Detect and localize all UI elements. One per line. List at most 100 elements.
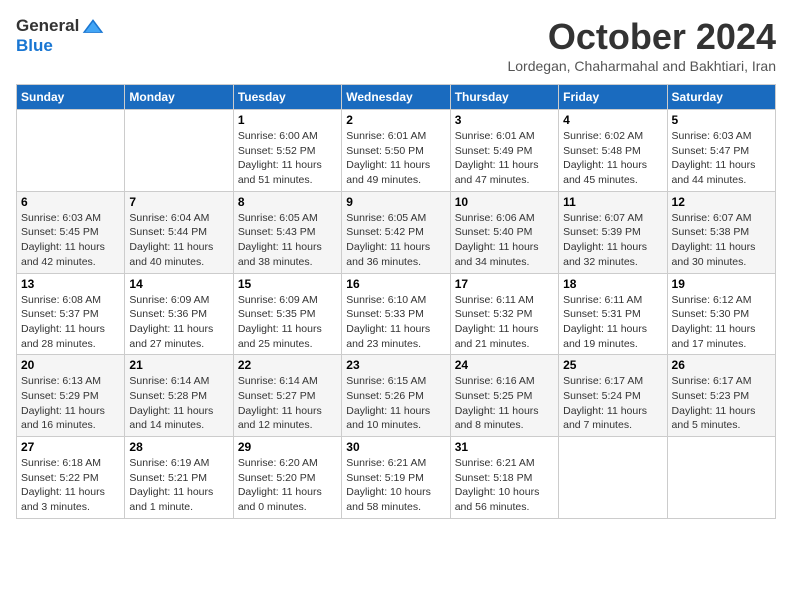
day-number: 29 <box>238 440 337 454</box>
calendar-cell: 24 Sunrise: 6:16 AM Sunset: 5:25 PM Dayli… <box>450 355 558 437</box>
day-number: 21 <box>129 358 228 372</box>
calendar-header-row: SundayMondayTuesdayWednesdayThursdayFrid… <box>17 85 776 110</box>
calendar-cell <box>17 110 125 192</box>
day-info: Sunrise: 6:09 AM Sunset: 5:36 PM Dayligh… <box>129 293 228 352</box>
day-number: 13 <box>21 277 120 291</box>
day-number: 9 <box>346 195 445 209</box>
day-number: 24 <box>455 358 554 372</box>
day-number: 10 <box>455 195 554 209</box>
calendar-cell <box>667 437 775 519</box>
day-info: Sunrise: 6:19 AM Sunset: 5:21 PM Dayligh… <box>129 456 228 515</box>
calendar-cell: 3 Sunrise: 6:01 AM Sunset: 5:49 PM Daylig… <box>450 110 558 192</box>
title-area: October 2024 Lordegan, Chaharmahal and B… <box>507 16 776 74</box>
day-number: 20 <box>21 358 120 372</box>
day-info: Sunrise: 6:15 AM Sunset: 5:26 PM Dayligh… <box>346 374 445 433</box>
day-info: Sunrise: 6:13 AM Sunset: 5:29 PM Dayligh… <box>21 374 120 433</box>
day-number: 1 <box>238 113 337 127</box>
day-number: 6 <box>21 195 120 209</box>
day-number: 28 <box>129 440 228 454</box>
calendar-week-5: 27 Sunrise: 6:18 AM Sunset: 5:22 PM Dayli… <box>17 437 776 519</box>
calendar-cell: 10 Sunrise: 6:06 AM Sunset: 5:40 PM Dayli… <box>450 191 558 273</box>
day-number: 19 <box>672 277 771 291</box>
day-info: Sunrise: 6:03 AM Sunset: 5:45 PM Dayligh… <box>21 211 120 270</box>
calendar-cell: 17Sunrise: 6:11 AM Sunset: 5:32 PM Dayli… <box>450 273 558 355</box>
day-number: 22 <box>238 358 337 372</box>
calendar-cell: 2 Sunrise: 6:01 AM Sunset: 5:50 PM Daylig… <box>342 110 450 192</box>
day-info: Sunrise: 6:05 AM Sunset: 5:42 PM Dayligh… <box>346 211 445 270</box>
calendar-cell: 7 Sunrise: 6:04 AM Sunset: 5:44 PM Daylig… <box>125 191 233 273</box>
day-number: 12 <box>672 195 771 209</box>
calendar-cell: 30 Sunrise: 6:21 AM Sunset: 5:19 PM Dayli… <box>342 437 450 519</box>
day-info: Sunrise: 6:01 AM Sunset: 5:49 PM Dayligh… <box>455 129 554 188</box>
day-info: Sunrise: 6:20 AM Sunset: 5:20 PM Dayligh… <box>238 456 337 515</box>
weekday-header-wednesday: Wednesday <box>342 85 450 110</box>
calendar-cell: 1 Sunrise: 6:00 AM Sunset: 5:52 PM Daylig… <box>233 110 341 192</box>
day-info: Sunrise: 6:04 AM Sunset: 5:44 PM Dayligh… <box>129 211 228 270</box>
day-number: 30 <box>346 440 445 454</box>
calendar-week-4: 20 Sunrise: 6:13 AM Sunset: 5:29 PM Dayli… <box>17 355 776 437</box>
calendar-cell: 19 Sunrise: 6:12 AM Sunset: 5:30 PM Dayli… <box>667 273 775 355</box>
day-number: 18 <box>563 277 662 291</box>
calendar-cell: 25Sunrise: 6:17 AM Sunset: 5:24 PM Dayli… <box>559 355 667 437</box>
day-number: 25 <box>563 358 662 372</box>
calendar-cell: 28 Sunrise: 6:19 AM Sunset: 5:21 PM Dayli… <box>125 437 233 519</box>
day-info: Sunrise: 6:11 AM Sunset: 5:31 PM Dayligh… <box>563 293 662 352</box>
day-info: Sunrise: 6:18 AM Sunset: 5:22 PM Dayligh… <box>21 456 120 515</box>
calendar-cell <box>125 110 233 192</box>
day-number: 17 <box>455 277 554 291</box>
page-header: General Blue October 2024 Lordegan, Chah… <box>16 16 776 74</box>
calendar-cell: 15Sunrise: 6:09 AM Sunset: 5:35 PM Dayli… <box>233 273 341 355</box>
day-number: 11 <box>563 195 662 209</box>
weekday-header-thursday: Thursday <box>450 85 558 110</box>
calendar-cell: 26 Sunrise: 6:17 AM Sunset: 5:23 PM Dayli… <box>667 355 775 437</box>
day-info: Sunrise: 6:21 AM Sunset: 5:18 PM Dayligh… <box>455 456 554 515</box>
calendar-cell: 14Sunrise: 6:09 AM Sunset: 5:36 PM Dayli… <box>125 273 233 355</box>
day-number: 2 <box>346 113 445 127</box>
calendar-cell: 5 Sunrise: 6:03 AM Sunset: 5:47 PM Daylig… <box>667 110 775 192</box>
day-number: 7 <box>129 195 228 209</box>
day-info: Sunrise: 6:03 AM Sunset: 5:47 PM Dayligh… <box>672 129 771 188</box>
calendar-cell: 6 Sunrise: 6:03 AM Sunset: 5:45 PM Daylig… <box>17 191 125 273</box>
weekday-header-tuesday: Tuesday <box>233 85 341 110</box>
calendar-week-1: 1 Sunrise: 6:00 AM Sunset: 5:52 PM Daylig… <box>17 110 776 192</box>
calendar-cell: 11 Sunrise: 6:07 AM Sunset: 5:39 PM Dayli… <box>559 191 667 273</box>
weekday-header-monday: Monday <box>125 85 233 110</box>
day-number: 3 <box>455 113 554 127</box>
day-info: Sunrise: 6:07 AM Sunset: 5:38 PM Dayligh… <box>672 211 771 270</box>
calendar-cell: 9 Sunrise: 6:05 AM Sunset: 5:42 PM Daylig… <box>342 191 450 273</box>
calendar-cell: 8Sunrise: 6:05 AM Sunset: 5:43 PM Daylig… <box>233 191 341 273</box>
calendar-cell: 23Sunrise: 6:15 AM Sunset: 5:26 PM Dayli… <box>342 355 450 437</box>
day-info: Sunrise: 6:14 AM Sunset: 5:28 PM Dayligh… <box>129 374 228 433</box>
calendar-cell: 27 Sunrise: 6:18 AM Sunset: 5:22 PM Dayli… <box>17 437 125 519</box>
weekday-header-saturday: Saturday <box>667 85 775 110</box>
calendar-cell: 16Sunrise: 6:10 AM Sunset: 5:33 PM Dayli… <box>342 273 450 355</box>
day-info: Sunrise: 6:14 AM Sunset: 5:27 PM Dayligh… <box>238 374 337 433</box>
weekday-header-friday: Friday <box>559 85 667 110</box>
day-info: Sunrise: 6:00 AM Sunset: 5:52 PM Dayligh… <box>238 129 337 188</box>
day-number: 4 <box>563 113 662 127</box>
day-number: 27 <box>21 440 120 454</box>
day-info: Sunrise: 6:02 AM Sunset: 5:48 PM Dayligh… <box>563 129 662 188</box>
calendar-cell: 4 Sunrise: 6:02 AM Sunset: 5:48 PM Daylig… <box>559 110 667 192</box>
day-number: 5 <box>672 113 771 127</box>
day-info: Sunrise: 6:08 AM Sunset: 5:37 PM Dayligh… <box>21 293 120 352</box>
logo-blue: Blue <box>16 36 53 56</box>
day-number: 26 <box>672 358 771 372</box>
day-info: Sunrise: 6:07 AM Sunset: 5:39 PM Dayligh… <box>563 211 662 270</box>
day-info: Sunrise: 6:16 AM Sunset: 5:25 PM Dayligh… <box>455 374 554 433</box>
day-info: Sunrise: 6:17 AM Sunset: 5:23 PM Dayligh… <box>672 374 771 433</box>
day-info: Sunrise: 6:21 AM Sunset: 5:19 PM Dayligh… <box>346 456 445 515</box>
day-info: Sunrise: 6:05 AM Sunset: 5:43 PM Dayligh… <box>238 211 337 270</box>
day-info: Sunrise: 6:06 AM Sunset: 5:40 PM Dayligh… <box>455 211 554 270</box>
calendar-cell: 21 Sunrise: 6:14 AM Sunset: 5:28 PM Dayli… <box>125 355 233 437</box>
day-info: Sunrise: 6:12 AM Sunset: 5:30 PM Dayligh… <box>672 293 771 352</box>
calendar-week-3: 13 Sunrise: 6:08 AM Sunset: 5:37 PM Dayli… <box>17 273 776 355</box>
logo-icon <box>81 17 105 35</box>
calendar-cell: 22 Sunrise: 6:14 AM Sunset: 5:27 PM Dayli… <box>233 355 341 437</box>
day-info: Sunrise: 6:10 AM Sunset: 5:33 PM Dayligh… <box>346 293 445 352</box>
calendar-cell: 18 Sunrise: 6:11 AM Sunset: 5:31 PM Dayli… <box>559 273 667 355</box>
location-title: Lordegan, Chaharmahal and Bakhtiari, Ira… <box>507 58 776 74</box>
day-number: 31 <box>455 440 554 454</box>
weekday-header-sunday: Sunday <box>17 85 125 110</box>
day-info: Sunrise: 6:01 AM Sunset: 5:50 PM Dayligh… <box>346 129 445 188</box>
